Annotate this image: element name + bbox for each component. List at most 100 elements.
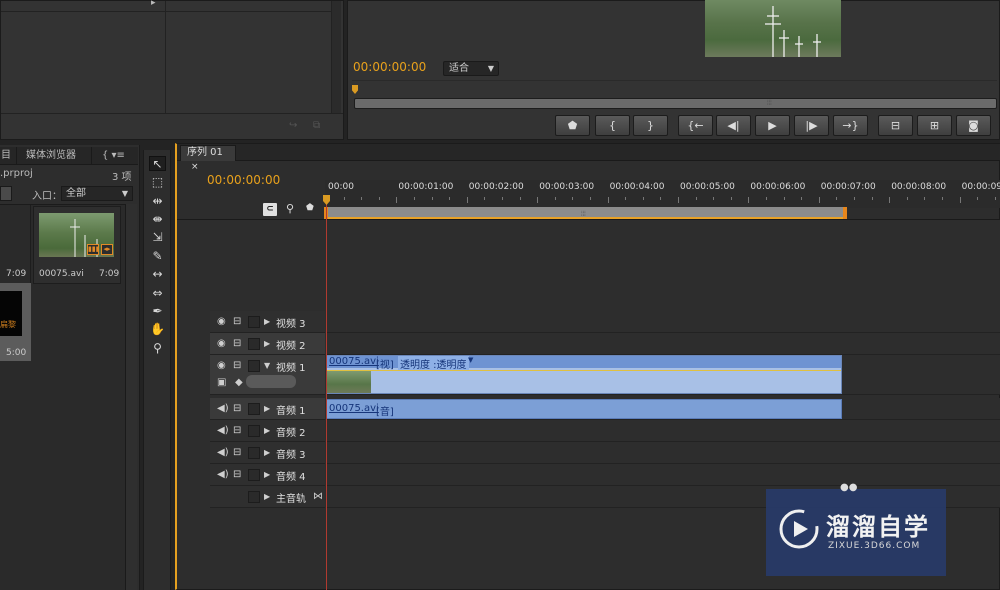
audio-clip[interactable] — [326, 399, 842, 419]
opacity-line[interactable] — [327, 370, 841, 371]
lock-icon[interactable]: ⊟ — [233, 316, 241, 327]
go-to-in-button[interactable]: {← — [678, 115, 713, 136]
tab-overflow[interactable]: { ▾≡ — [102, 147, 125, 165]
lock-icon[interactable]: ⊟ — [233, 425, 241, 436]
step-back-button[interactable]: ◀| — [716, 115, 751, 136]
track-body-v2[interactable] — [326, 333, 1000, 355]
master-output-icon[interactable]: ⋈ — [313, 491, 323, 502]
lock-icon[interactable]: ⊟ — [233, 338, 241, 349]
slip-tool-icon[interactable]: ↔ — [149, 267, 166, 282]
track-sync-toggle[interactable] — [248, 360, 260, 372]
video-clip-thumbnail — [327, 371, 371, 393]
fit-dropdown[interactable]: 适合 ▼ — [443, 61, 499, 76]
opacity-dropdown[interactable]: 透明度 :透明度 — [398, 356, 469, 371]
pen-tool-icon[interactable]: ✒ — [149, 304, 166, 319]
keyframe-navigator[interactable] — [246, 375, 296, 388]
track-sync-toggle[interactable] — [248, 491, 260, 503]
hand-tool-icon[interactable]: ✋ — [149, 322, 166, 337]
program-timecode[interactable]: 00:00:00:00 — [353, 60, 426, 74]
ruler-tick-mark — [748, 197, 750, 203]
collapse-triangle-icon[interactable]: ▼ — [264, 361, 270, 370]
track-sync-toggle[interactable] — [248, 425, 260, 437]
chevron-down-icon[interactable]: ▼ — [468, 356, 473, 364]
export-frame-button[interactable]: ◙ — [956, 115, 991, 136]
expand-triangle-icon[interactable]: ▶ — [264, 317, 270, 326]
ruler-tick-label: 00:00:05:00 — [680, 182, 735, 192]
add-marker-icon[interactable]: ⬟ — [306, 203, 314, 213]
track-sync-toggle[interactable] — [248, 403, 260, 415]
speaker-icon[interactable]: ◀) — [217, 447, 229, 458]
expand-triangle-icon[interactable]: ▶ — [264, 404, 270, 413]
marker-button[interactable]: ⬟ — [555, 115, 590, 136]
lock-icon[interactable]: ⊟ — [233, 447, 241, 458]
eye-icon[interactable]: ◉ — [217, 316, 226, 327]
ruler-tick-mark — [466, 197, 468, 203]
display-style-icon[interactable]: ▣ — [217, 377, 226, 388]
expand-triangle-icon[interactable]: ▶ — [264, 492, 270, 501]
new-item-icon[interactable]: ⧉ — [313, 120, 320, 131]
extract-button[interactable]: ⊞ — [917, 115, 952, 136]
search-field[interactable] — [0, 186, 12, 201]
expand-arrow-icon[interactable]: ▸ — [151, 0, 156, 8]
close-icon[interactable]: × — [191, 162, 199, 172]
keyframe-icon[interactable]: ◆ — [235, 377, 243, 388]
eye-icon[interactable]: ◉ — [217, 338, 226, 349]
selection-tool-icon[interactable]: ↖ — [149, 156, 166, 171]
work-area-bar[interactable]: ⦙⦙⦙ — [325, 207, 846, 219]
mark-in-button[interactable]: { — [595, 115, 630, 136]
ruler-tick-mark — [871, 197, 873, 200]
marker-icon[interactable]: ⚲ — [286, 202, 294, 215]
program-time-ruler[interactable] — [352, 80, 997, 98]
tab-sequence[interactable]: 序列 01 × — [180, 145, 236, 172]
ruler-tick-label: 00:00:07:00 — [820, 182, 876, 192]
track-label: 音频 1 — [276, 406, 306, 417]
tab-media-browser[interactable]: 媒体浏览器 — [26, 147, 76, 165]
razor-tool-icon[interactable]: ✎ — [149, 249, 166, 264]
track-select-tool-icon[interactable]: ⬚ — [149, 175, 166, 190]
rolling-edit-tool-icon[interactable]: ⇼ — [149, 212, 166, 227]
work-area-end-handle[interactable] — [843, 207, 847, 219]
rate-stretch-tool-icon[interactable]: ⇲ — [149, 230, 166, 245]
expand-triangle-icon[interactable]: ▶ — [264, 470, 270, 479]
go-to-out-button[interactable]: →} — [833, 115, 868, 136]
expand-triangle-icon[interactable]: ▶ — [264, 339, 270, 348]
timeline-timecode[interactable]: 00:00:00:00 — [207, 173, 280, 187]
track-body-a4[interactable] — [326, 464, 1000, 486]
track-body-a2[interactable] — [326, 420, 1000, 442]
play-button[interactable]: ▶ — [755, 115, 790, 136]
ruler-tick-mark — [854, 197, 855, 200]
project-scrollbar[interactable] — [125, 204, 137, 590]
track-sync-toggle[interactable] — [248, 469, 260, 481]
lock-icon[interactable]: ⊟ — [233, 403, 241, 414]
vertical-scrollbar[interactable] — [331, 1, 341, 113]
entry-dropdown[interactable]: 全部 ▼ — [61, 186, 133, 201]
track-sync-toggle[interactable] — [248, 338, 260, 350]
track-sync-toggle[interactable] — [248, 316, 260, 328]
program-zoom-scrollbar[interactable]: ⦙⦙⦙ — [354, 98, 997, 109]
step-forward-button[interactable]: |▶ — [794, 115, 829, 136]
item-duration: 7:09 — [6, 269, 27, 279]
chevron-down-icon: ▼ — [487, 64, 494, 73]
lift-button[interactable]: ⊟ — [878, 115, 913, 136]
slide-tool-icon[interactable]: ⇔ — [149, 286, 166, 301]
ruler-tick-mark — [361, 197, 363, 200]
speaker-icon[interactable]: ◀) — [217, 425, 229, 436]
speaker-icon[interactable]: ◀) — [217, 469, 229, 480]
lock-icon[interactable]: ⊟ — [233, 469, 241, 480]
ripple-edit-tool-icon[interactable]: ⇹ — [149, 194, 166, 209]
mark-out-button[interactable]: } — [633, 115, 668, 136]
tab-project[interactable]: 目 — [1, 147, 11, 165]
speaker-icon[interactable]: ◀) — [217, 403, 229, 414]
track-body-a3[interactable] — [326, 442, 1000, 464]
track-body-v3[interactable] — [326, 311, 1000, 333]
expand-triangle-icon[interactable]: ▶ — [264, 448, 270, 457]
track-sync-toggle[interactable] — [248, 447, 260, 459]
lock-icon[interactable]: ⊟ — [233, 360, 241, 371]
ruler-tick-mark — [818, 197, 820, 203]
ruler-tick-mark — [713, 197, 715, 200]
automate-icon[interactable]: ↪ — [289, 120, 297, 131]
snap-icon[interactable]: ⊂ — [263, 203, 277, 216]
eye-icon[interactable]: ◉ — [217, 360, 226, 371]
expand-triangle-icon[interactable]: ▶ — [264, 426, 270, 435]
zoom-tool-icon[interactable]: ⚲ — [149, 341, 166, 356]
